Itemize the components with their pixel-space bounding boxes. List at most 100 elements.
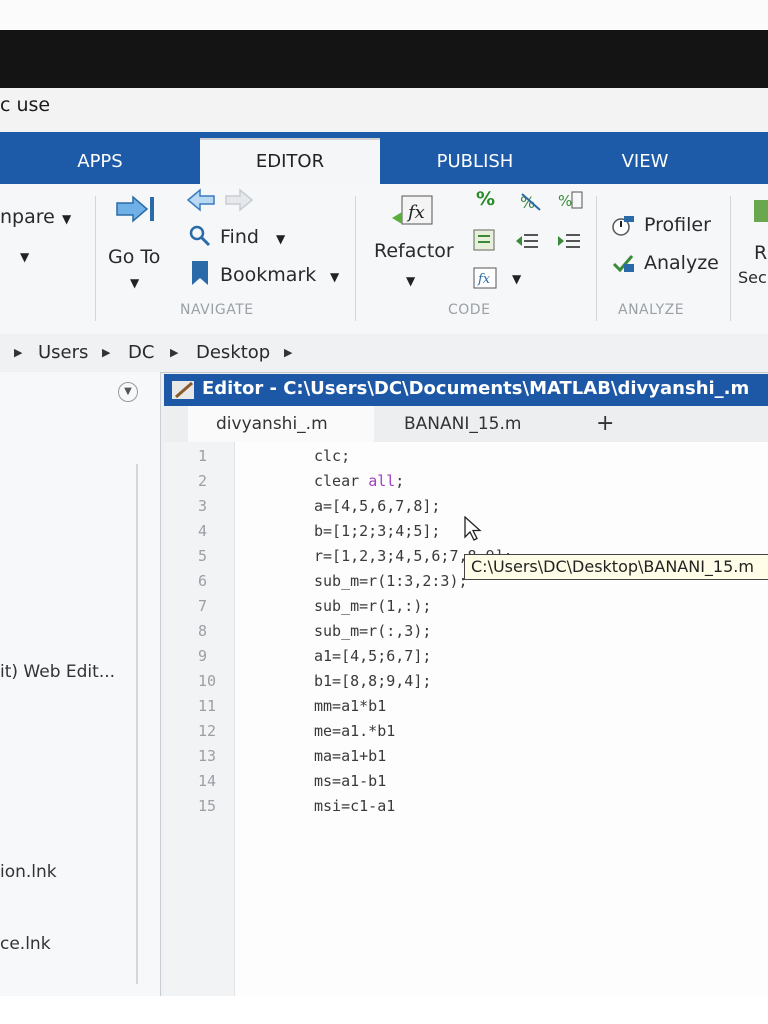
line-number[interactable]: 15	[198, 794, 216, 819]
editor-ribbon: npare ▼ ▼ Go To ▼ Find ▼ Bookmark ▼ NAVI…	[0, 184, 768, 335]
mouse-pointer-icon	[464, 515, 482, 546]
code-line[interactable]: sub_m=r(:,3);	[314, 619, 431, 644]
goto-button[interactable]: Go To	[108, 246, 160, 268]
compare-dropdown-icon[interactable]: ▼	[62, 212, 71, 226]
uncomment-icon[interactable]: %	[520, 192, 544, 216]
current-folder-address-bar[interactable]: ▶ Users ▶ DC ▶ Desktop ▶	[0, 334, 768, 373]
code-text: ma=a1+b1	[314, 747, 387, 765]
refactor-fx-icon[interactable]: fx	[392, 194, 436, 234]
photo-margin-bottom	[0, 996, 768, 1024]
monitor-bezel	[0, 30, 768, 90]
ribbon-separator	[596, 196, 597, 321]
ribbon-separator	[730, 196, 731, 321]
code-text: ms=a1-b1	[314, 772, 387, 790]
file-list-item[interactable]: ce.lnk	[0, 934, 51, 954]
wrap-comment-icon[interactable]: %	[558, 190, 584, 216]
code-line[interactable]: msi=c1-a1	[314, 794, 395, 819]
code-text: me=a1.*b1	[314, 722, 396, 740]
panel-scrollbar[interactable]	[136, 464, 138, 984]
bookmark-button[interactable]: Bookmark	[220, 264, 316, 286]
run-section-icon[interactable]	[754, 196, 768, 230]
decrease-indent-icon[interactable]	[556, 230, 582, 256]
increase-indent-icon[interactable]	[514, 230, 540, 256]
window-title: c use	[0, 94, 51, 116]
find-dropdown-icon[interactable]: ▼	[276, 232, 285, 246]
bookmark-icon	[190, 260, 210, 290]
breadcrumb-desktop[interactable]: Desktop	[196, 342, 270, 363]
code-text: sub_m=r(1:3,2:3);	[314, 572, 468, 590]
line-number[interactable]: 3	[198, 494, 207, 519]
breadcrumb-dc[interactable]: DC	[128, 342, 154, 363]
panel-collapse-icon[interactable]: ▼	[118, 382, 138, 402]
run-section-label[interactable]: R	[754, 242, 767, 264]
code-line[interactable]: ms=a1-b1	[314, 769, 386, 794]
matlab-window: c use APPS EDITOR PUBLISH VIEW npare ▼ ▼…	[0, 88, 768, 996]
comment-percent-icon[interactable]: %	[476, 188, 495, 210]
line-number[interactable]: 5	[198, 544, 207, 569]
tab-view[interactable]: VIEW	[570, 140, 720, 184]
tab-apps[interactable]: APPS	[0, 140, 200, 184]
file-list-item[interactable]: it) Web Edit...	[0, 662, 115, 682]
file-tab-divyanshi[interactable]: divyanshi_.m	[188, 406, 374, 442]
print-dropdown-icon[interactable]: ▼	[20, 250, 29, 264]
line-number[interactable]: 9	[198, 644, 207, 669]
profiler-button[interactable]: Profiler	[644, 214, 711, 236]
line-number[interactable]: 8	[198, 619, 207, 644]
code-line[interactable]: a1=[4,5;6,7];	[314, 644, 431, 669]
line-number[interactable]: 2	[198, 469, 207, 494]
code-text: b=[1;2;3;4;5];	[314, 522, 441, 540]
indent-icon[interactable]	[472, 228, 496, 256]
line-number[interactable]: 1	[198, 444, 207, 469]
file-tab-banani[interactable]: BANANI_15.m	[404, 406, 574, 442]
refactor-dropdown-icon[interactable]: ▼	[406, 274, 415, 288]
svg-text:fx: fx	[406, 202, 425, 223]
line-number[interactable]: 10	[198, 669, 216, 694]
back-arrow-icon[interactable]	[186, 188, 216, 216]
file-list-item[interactable]: ion.lnk	[0, 862, 57, 882]
code-line[interactable]: a=[4,5,6,7,8];	[314, 494, 440, 519]
code-keyword: all	[368, 472, 396, 490]
line-number[interactable]: 12	[198, 719, 216, 744]
line-number[interactable]: 11	[198, 694, 216, 719]
goto-dropdown-icon[interactable]: ▼	[130, 276, 139, 290]
code-line[interactable]: clc;	[314, 444, 350, 469]
line-number[interactable]: 4	[198, 519, 207, 544]
chevron-right-icon[interactable]: ▶	[284, 346, 292, 359]
refactor-button[interactable]: Refactor	[374, 240, 454, 262]
tab-publish[interactable]: PUBLISH	[380, 140, 570, 184]
editor-file-tabs: divyanshi_.m BANANI_15.m +	[164, 406, 768, 443]
bookmark-dropdown-icon[interactable]: ▼	[330, 270, 339, 284]
photo-margin-top	[0, 0, 768, 30]
line-number[interactable]: 6	[198, 569, 207, 594]
chevron-right-icon: ▶	[14, 346, 23, 359]
code-line[interactable]: me=a1.*b1	[314, 719, 395, 744]
new-tab-button[interactable]: +	[596, 406, 614, 442]
tab-editor[interactable]: EDITOR	[200, 138, 380, 186]
find-button[interactable]: Find	[220, 226, 259, 248]
line-number[interactable]: 14	[198, 769, 216, 794]
profiler-icon	[610, 214, 636, 242]
code-text: sub_m=r(1,:);	[314, 597, 432, 615]
breadcrumb-users[interactable]: Users	[38, 342, 88, 363]
chevron-right-icon: ▶	[170, 346, 179, 359]
code-text: msi=c1-a1	[314, 797, 396, 815]
compare-button[interactable]: npare	[0, 206, 55, 228]
goto-icon[interactable]	[115, 194, 157, 228]
code-line[interactable]: b1=[8,8;9,4];	[314, 669, 431, 694]
code-line[interactable]: sub_m=r(1,:);	[314, 594, 431, 619]
window-title-bar: c use	[0, 88, 768, 132]
section-label[interactable]: Sec	[738, 268, 767, 287]
code-line[interactable]: mm=a1*b1	[314, 694, 386, 719]
code-text: clear	[314, 472, 369, 490]
insert-function-icon[interactable]: fx	[472, 266, 498, 294]
line-number[interactable]: 13	[198, 744, 216, 769]
ribbon-separator	[95, 196, 96, 321]
line-number[interactable]: 7	[198, 594, 207, 619]
code-line[interactable]: b=[1;2;3;4;5];	[314, 519, 440, 544]
analyze-button[interactable]: Analyze	[644, 252, 719, 274]
insert-dropdown-icon[interactable]: ▼	[512, 272, 521, 286]
code-text: b1=[8,8;9,4];	[314, 672, 432, 690]
code-line[interactable]: sub_m=r(1:3,2:3);	[314, 569, 468, 594]
code-line[interactable]: clear all;	[314, 469, 404, 494]
code-line[interactable]: ma=a1+b1	[314, 744, 386, 769]
